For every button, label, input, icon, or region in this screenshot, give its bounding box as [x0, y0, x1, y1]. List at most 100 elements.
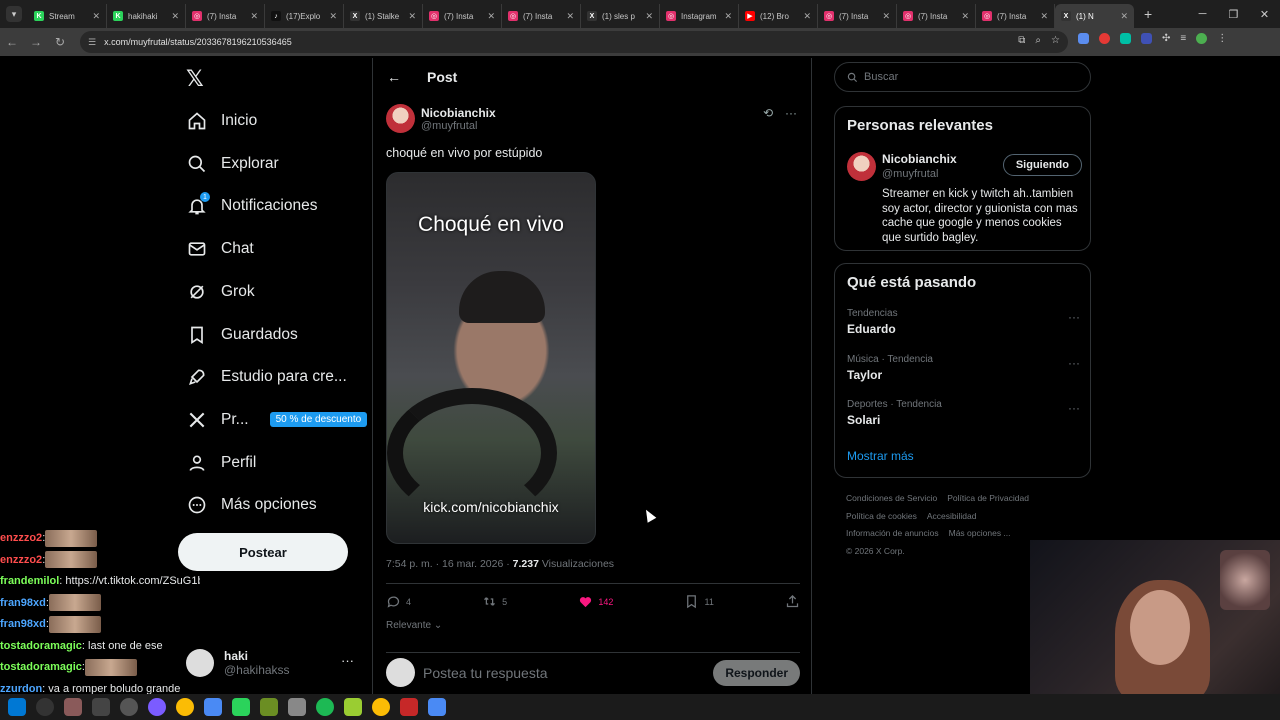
nav-item-mail[interactable]: Chat	[186, 234, 254, 264]
sort-replies-dropdown[interactable]: Relevante ⌄	[386, 620, 442, 631]
maximize-icon[interactable]: ❐	[1218, 8, 1249, 21]
reply-submit-button[interactable]: Responder	[713, 659, 800, 686]
following-button[interactable]: Siguiendo	[1002, 154, 1082, 176]
app-icon[interactable]	[120, 698, 138, 716]
app-icon[interactable]	[344, 698, 362, 716]
bookmark-button[interactable]: 11	[684, 594, 714, 609]
close-tab-icon[interactable]: ✕	[171, 11, 179, 22]
reading-list-icon[interactable]: ≡	[1180, 33, 1186, 44]
close-tab-icon[interactable]: ✕	[566, 11, 574, 22]
back-nav-icon[interactable]: ←	[0, 35, 24, 49]
forward-nav-icon[interactable]: →	[24, 35, 48, 49]
person-handle[interactable]: @muyfrutal	[882, 168, 938, 180]
browser-tab[interactable]: ◎ (7) Insta ✕	[976, 4, 1055, 28]
footer-link[interactable]: Accesibilidad	[927, 511, 977, 521]
browser-tab[interactable]: ◎ Instagram ✕	[660, 4, 739, 28]
nav-item-home[interactable]: Inicio	[186, 106, 257, 136]
chrome-icon[interactable]	[372, 698, 390, 716]
app-icon[interactable]	[204, 698, 222, 716]
nav-item-rocket[interactable]: Estudio para cre...	[186, 362, 347, 392]
start-icon[interactable]	[8, 698, 26, 716]
app-icon[interactable]	[288, 698, 306, 716]
close-tab-icon[interactable]: ✕	[250, 11, 258, 22]
close-tab-icon[interactable]: ✕	[329, 11, 337, 22]
nav-item-more-circle[interactable]: Más opciones	[186, 490, 317, 520]
browser-tab[interactable]: ◎ (7) Insta ✕	[818, 4, 897, 28]
repost-button[interactable]: 5	[482, 594, 507, 609]
trend-item[interactable]: Tendencias Eduardo ···	[847, 308, 1080, 336]
nav-item-search[interactable]: Explorar	[186, 149, 279, 179]
browser-tab[interactable]: X (1) Stalke ✕	[344, 4, 423, 28]
profile-avatar[interactable]	[1196, 33, 1208, 44]
share-button[interactable]	[785, 594, 800, 609]
app-icon[interactable]	[428, 698, 446, 716]
close-tab-icon[interactable]: ✕	[92, 11, 100, 22]
app-icon[interactable]	[148, 698, 166, 716]
app-icon[interactable]	[64, 698, 82, 716]
post-button[interactable]: Postear	[178, 533, 348, 571]
search-taskbar-icon[interactable]	[36, 698, 54, 716]
nav-item-grok[interactable]: Grok	[186, 277, 255, 307]
app-icon[interactable]	[260, 698, 278, 716]
browser-tab[interactable]: ◎ (7) Insta ✕	[502, 4, 581, 28]
close-tab-icon[interactable]: ✕	[803, 11, 811, 22]
close-tab-icon[interactable]: ✕	[1120, 11, 1128, 22]
post-time[interactable]: 7:54 p. m. · 16 mar. 2026 ·	[386, 558, 513, 570]
footer-link[interactable]: © 2026 X Corp.	[846, 546, 905, 556]
close-tab-icon[interactable]: ✕	[408, 11, 416, 22]
author-handle[interactable]: @muyfrutal	[421, 120, 496, 132]
puzzle-icon[interactable]: ✣	[1162, 33, 1170, 44]
spotify-icon[interactable]	[316, 698, 334, 716]
more-icon[interactable]: ···	[785, 106, 797, 120]
nav-item-person[interactable]: Perfil	[186, 448, 256, 478]
reply-input[interactable]: Postea tu respuesta	[423, 665, 713, 681]
kick-icon[interactable]	[232, 698, 250, 716]
footer-link[interactable]: Información de anuncios	[846, 528, 939, 538]
close-tab-icon[interactable]: ✕	[1040, 11, 1048, 22]
tab-search-icon[interactable]: ▾	[6, 6, 22, 22]
close-tab-icon[interactable]: ✕	[724, 11, 732, 22]
more-icon[interactable]: ···	[1068, 310, 1080, 324]
more-icon[interactable]: ···	[341, 653, 354, 668]
close-window-icon[interactable]: ✕	[1249, 8, 1280, 21]
account-switcher[interactable]: haki @hakihakss ···	[186, 643, 366, 683]
app-icon[interactable]	[400, 698, 418, 716]
search-input[interactable]: Buscar	[834, 62, 1091, 92]
site-info-icon[interactable]: ☰	[88, 37, 96, 48]
browser-tab[interactable]: X (1) N ✕	[1055, 4, 1134, 28]
nav-item-bookmark[interactable]: Guardados	[186, 320, 298, 350]
reply-button[interactable]: 4	[386, 594, 411, 609]
close-tab-icon[interactable]: ✕	[882, 11, 890, 22]
chrome-icon[interactable]	[176, 698, 194, 716]
browser-menu-icon[interactable]: ⋮	[1217, 33, 1227, 44]
extension-icon[interactable]	[1120, 33, 1131, 44]
browser-tab[interactable]: X (1) sles p ✕	[581, 4, 660, 28]
close-tab-icon[interactable]: ✕	[645, 11, 653, 22]
like-button[interactable]: 142	[578, 594, 613, 609]
avatar[interactable]	[386, 104, 415, 133]
avatar[interactable]	[847, 152, 876, 181]
zoom-icon[interactable]: ⌕	[1035, 35, 1041, 46]
x-logo-icon[interactable]: 𝕏	[186, 66, 204, 92]
footer-link[interactable]: Condiciones de Servicio	[846, 493, 937, 503]
cast-icon[interactable]: ⧉	[1018, 35, 1025, 46]
extension-icon[interactable]	[1078, 33, 1089, 44]
post-author[interactable]: Nicobianchix @muyfrutal	[386, 104, 496, 133]
browser-tab[interactable]: Khakihaki ✕	[107, 4, 186, 28]
browser-tab[interactable]: ♪ (17)Explo ✕	[265, 4, 344, 28]
new-tab-icon[interactable]: +	[1144, 6, 1152, 22]
nav-item-x-logo[interactable]: Pr... 50 % de descuento	[186, 405, 368, 435]
author-name[interactable]: Nicobianchix	[421, 106, 496, 120]
browser-tab[interactable]: ◎ (7) Insta ✕	[186, 4, 265, 28]
close-tab-icon[interactable]: ✕	[961, 11, 969, 22]
back-arrow-icon[interactable]: ←	[387, 69, 407, 85]
extension-icon[interactable]	[1141, 33, 1152, 44]
browser-tab[interactable]: ◎ (7) Insta ✕	[897, 4, 976, 28]
show-more-link[interactable]: Mostrar más	[847, 449, 914, 463]
footer-link[interactable]: Más opciones ...	[949, 528, 1011, 538]
browser-tab[interactable]: ▶ (12) Bro ✕	[739, 4, 818, 28]
trend-item[interactable]: Música · Tendencia Taylor ···	[847, 354, 1080, 382]
app-icon[interactable]	[92, 698, 110, 716]
footer-link[interactable]: Política de Privacidad	[947, 493, 1029, 503]
minimize-icon[interactable]: ─	[1187, 8, 1218, 20]
